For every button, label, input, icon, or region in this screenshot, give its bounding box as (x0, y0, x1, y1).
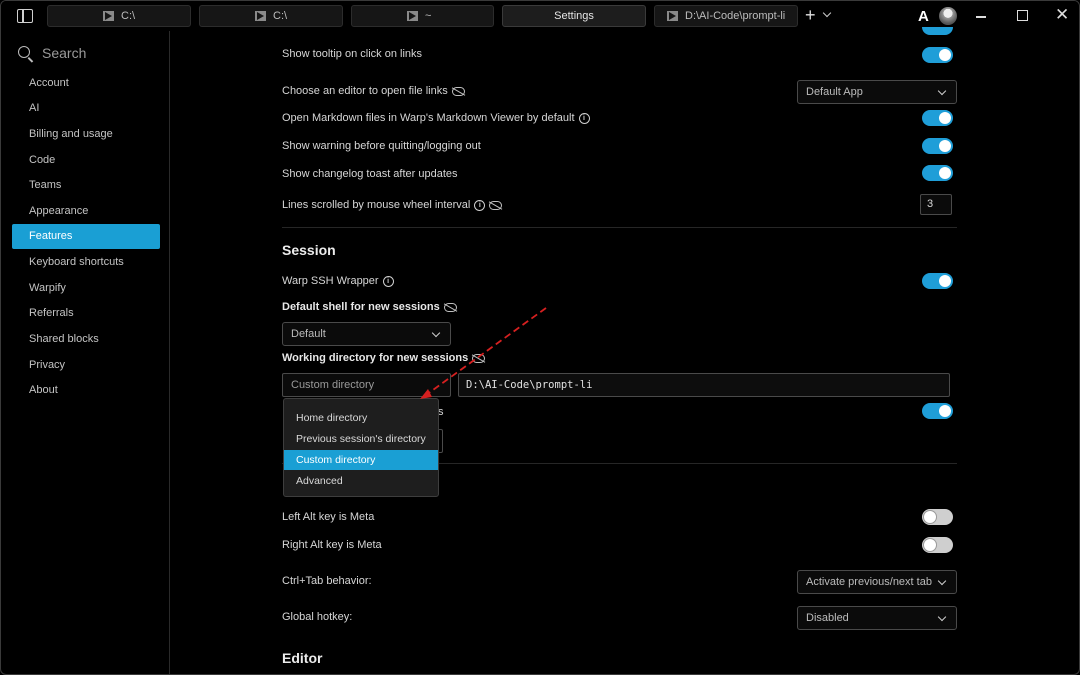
minimize-icon[interactable] (976, 16, 986, 18)
terminal-icon (103, 11, 114, 21)
sidebar-toggle-icon[interactable] (17, 9, 33, 23)
warp-logo-icon[interactable]: A (918, 8, 929, 25)
tab-label: Settings (554, 10, 594, 22)
tab-settings[interactable]: Settings (502, 5, 646, 27)
tab-home[interactable]: ~ (351, 5, 494, 27)
sidebar-item-keyboard-shortcuts[interactable]: Keyboard shortcuts (12, 250, 160, 275)
tab-label: C:\ (121, 10, 136, 22)
sidebar-item-shared-blocks[interactable]: Shared blocks (12, 327, 160, 352)
sidebar-item-appearance[interactable]: Appearance (12, 199, 160, 224)
tab-label: ~ (425, 10, 432, 22)
sidebar-item-ai[interactable]: AI (12, 96, 160, 121)
sidebar-item-account[interactable]: Account (12, 71, 160, 96)
title-bar: C:\ C:\ ~ Settings D:\AI-Code\prompt-li … (1, 1, 1079, 31)
tab-c-drive-2[interactable]: C:\ (199, 5, 343, 27)
tab-label: D:\AI-Code\prompt-li (685, 10, 786, 22)
new-tab-button[interactable]: + (805, 5, 816, 26)
sidebar-item-teams[interactable]: Teams (12, 173, 160, 198)
annotation-arrow (420, 307, 547, 399)
search-placeholder: Search (42, 45, 87, 61)
new-tab-menu-chevron-icon[interactable] (822, 8, 832, 18)
sidebar-item-referrals[interactable]: Referrals (12, 301, 160, 326)
tab-c-drive-1[interactable]: C:\ (47, 5, 191, 27)
settings-sidebar: Search Account AI Billing and usage Code… (1, 31, 170, 674)
app-window: C:\ C:\ ~ Settings D:\AI-Code\prompt-li … (0, 0, 1080, 675)
tab-prompt-li[interactable]: D:\AI-Code\prompt-li (654, 5, 798, 27)
terminal-icon (407, 11, 418, 21)
close-icon[interactable]: ✕ (1055, 5, 1069, 25)
sidebar-item-code[interactable]: Code (12, 148, 160, 173)
sidebar-item-billing[interactable]: Billing and usage (12, 122, 160, 147)
avatar[interactable] (939, 7, 957, 25)
settings-content: Show tooltip on click on links Choose an… (170, 27, 1079, 674)
terminal-icon (667, 11, 678, 21)
tab-label: C:\ (273, 10, 288, 22)
sidebar-item-features[interactable]: Features (12, 224, 160, 249)
search-icon (18, 46, 30, 58)
sidebar-item-about[interactable]: About (12, 378, 160, 403)
terminal-icon (255, 11, 266, 21)
sidebar-item-warpify[interactable]: Warpify (12, 276, 160, 301)
sidebar-item-privacy[interactable]: Privacy (12, 353, 160, 378)
maximize-icon[interactable] (1017, 10, 1028, 21)
